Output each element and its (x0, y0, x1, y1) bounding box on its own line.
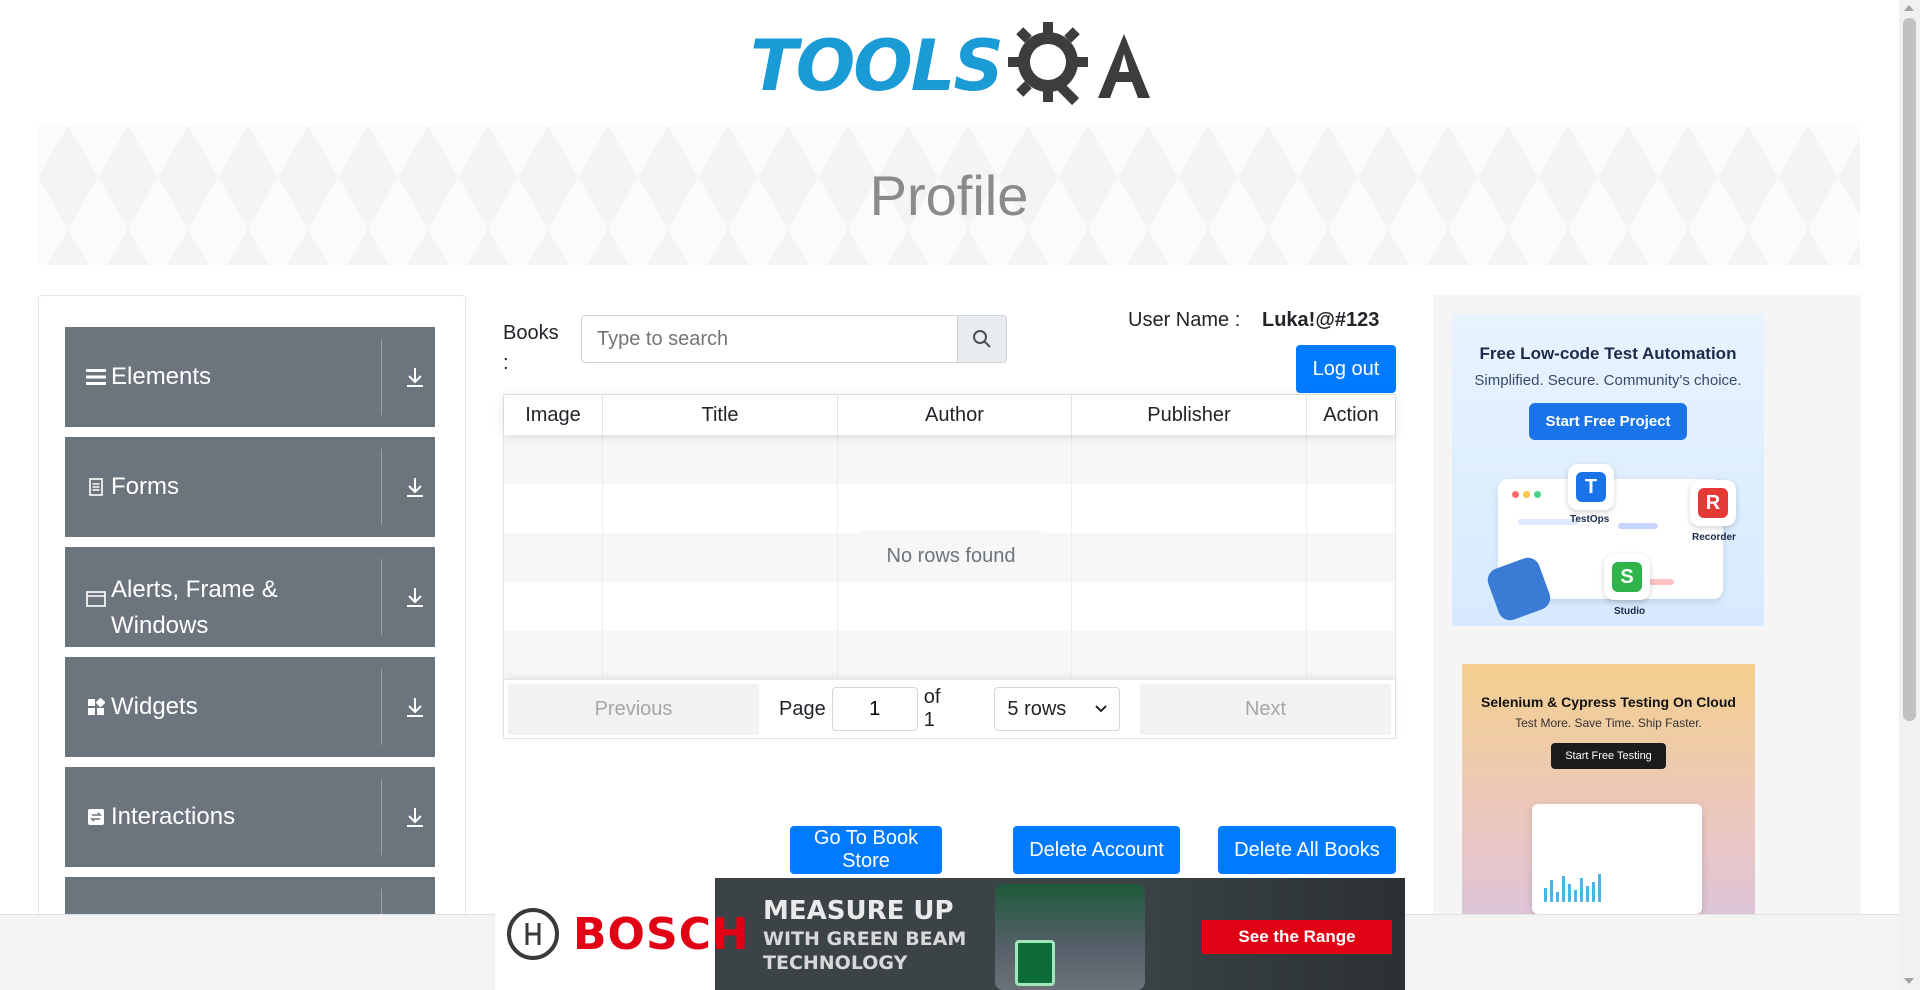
sidebar-group-interactions[interactable]: Interactions (65, 767, 435, 867)
recorder-label: Recorder (1692, 532, 1736, 543)
table-header: Image Title Author Publisher Action (504, 395, 1395, 435)
download-arrow-icon[interactable] (395, 547, 435, 647)
no-rows-message: No rows found (860, 531, 1042, 581)
sidebar-group-alerts[interactable]: Alerts, Frame & Windows (65, 547, 435, 647)
studio-label: Studio (1614, 606, 1646, 617)
sidebar-group-label: Interactions (111, 803, 236, 830)
next-button[interactable]: Next (1140, 683, 1392, 735)
sidebar-group-label: Elements (111, 363, 212, 390)
left-sidebar: Elements Forms Alerts, Frame & Windows W… (38, 295, 466, 990)
bosch-ad[interactable]: BOSCH MEASURE UP WITH GREEN BEAM TECHNOL… (495, 878, 1405, 990)
search-box (581, 315, 1007, 363)
document-icon (85, 478, 107, 496)
table-row (504, 435, 1395, 484)
logout-button[interactable]: Log out (1296, 345, 1396, 393)
laser-level-illustration (995, 884, 1145, 990)
divider (381, 779, 382, 855)
ad-title: Free Low-code Test Automation (1479, 344, 1737, 363)
bosch-logo-icon (507, 908, 559, 960)
sidebar-group-label: Forms (111, 473, 179, 500)
page-info: Page of 1 (779, 686, 956, 732)
page-banner: Profile (38, 125, 1860, 265)
table-row (504, 484, 1395, 533)
page-label: Page (779, 697, 826, 720)
headline-line: MEASURE UP (763, 896, 954, 926)
download-arrow-icon[interactable] (395, 657, 435, 757)
testops-icon: T (1568, 464, 1614, 510)
testops-label: TestOps (1570, 514, 1610, 525)
logo-gear-icon (1006, 18, 1154, 114)
logo-text: TOOLS (750, 25, 1004, 107)
window-icon (85, 591, 107, 607)
start-free-testing-button[interactable]: Start Free Testing (1551, 743, 1666, 769)
start-free-project-button[interactable]: Start Free Project (1529, 403, 1687, 440)
column-header-author[interactable]: Author (838, 395, 1072, 435)
divider (381, 559, 382, 635)
sidebar-group-label: Widgets (111, 693, 198, 720)
studio-icon: S (1604, 554, 1650, 600)
column-header-title[interactable]: Title (603, 395, 838, 435)
column-header-publisher[interactable]: Publisher (1072, 395, 1307, 435)
sidebar-group-elements[interactable]: Elements (65, 327, 435, 427)
divider (381, 449, 382, 525)
scrollbar-thumb[interactable] (1903, 18, 1916, 721)
headline-line: TECHNOLOGY (763, 952, 908, 974)
scroll-down-arrow-icon[interactable] (1904, 978, 1914, 984)
sidebar-group-forms[interactable]: Forms (65, 437, 435, 537)
scroll-up-arrow-icon[interactable] (1904, 5, 1914, 11)
chevron-down-icon (1095, 705, 1107, 713)
download-arrow-icon[interactable] (395, 327, 435, 427)
divider (381, 669, 382, 745)
toolsqa-logo[interactable]: TOOLS (750, 18, 1154, 114)
bosch-brand: BOSCH (573, 908, 750, 960)
username-value: Luka!@#123 (1262, 309, 1380, 331)
previous-button[interactable]: Previous (508, 683, 760, 735)
books-table: Image Title Author Publisher Action No r… (503, 394, 1396, 739)
ad-subtitle: Test More. Save Time. Ship Faster. (1515, 716, 1702, 730)
go-to-book-store-button[interactable]: Go To Book Store (790, 826, 942, 874)
headline-line: WITH GREEN BEAM (763, 928, 967, 950)
pagination: Previous Page of 1 5 rows Next (504, 679, 1395, 738)
table-row (504, 631, 1395, 680)
search-button[interactable] (957, 315, 1007, 363)
recorder-icon: R (1690, 480, 1736, 526)
bosch-headline: MEASURE UP WITH GREEN BEAM TECHNOLOGY (763, 896, 966, 974)
sidebar-group-widgets[interactable]: Widgets (65, 657, 435, 757)
ad-title: Selenium & Cypress Testing On Cloud (1481, 694, 1736, 710)
logo-a-glyph (1097, 34, 1150, 98)
page-number-input[interactable] (831, 687, 918, 731)
total-pages: of 1 (923, 686, 941, 731)
ad-subtitle: Simplified. Secure. Community's choice. (1474, 372, 1742, 389)
page-title: Profile (869, 163, 1029, 227)
column-header-action[interactable]: Action (1307, 395, 1395, 435)
download-arrow-icon[interactable] (395, 437, 435, 537)
delete-all-books-button[interactable]: Delete All Books (1218, 826, 1396, 874)
sidebar-group-label: Alerts, Frame & Windows (111, 576, 278, 639)
books-label: Books : (503, 322, 559, 374)
widgets-icon (85, 698, 107, 716)
delete-account-button[interactable]: Delete Account (1013, 826, 1180, 874)
rows-per-page-value: 5 rows (1007, 697, 1067, 720)
divider (381, 339, 382, 415)
table-row (504, 582, 1395, 631)
rows-per-page-select[interactable]: 5 rows (994, 687, 1120, 731)
username-label: User Name : (1128, 309, 1241, 331)
column-header-image[interactable]: Image (504, 395, 603, 435)
page-scrollbar[interactable] (1899, 0, 1920, 990)
hamburger-icon (85, 368, 107, 386)
katalon-ad[interactable]: Free Low-code Test Automation Simplified… (1452, 314, 1764, 626)
ad-screenshot (1532, 804, 1702, 914)
interactions-icon (85, 808, 107, 826)
see-the-range-button[interactable]: See the Range (1202, 920, 1392, 954)
search-input[interactable] (581, 315, 957, 363)
search-icon (973, 330, 991, 348)
download-arrow-icon[interactable] (395, 767, 435, 867)
